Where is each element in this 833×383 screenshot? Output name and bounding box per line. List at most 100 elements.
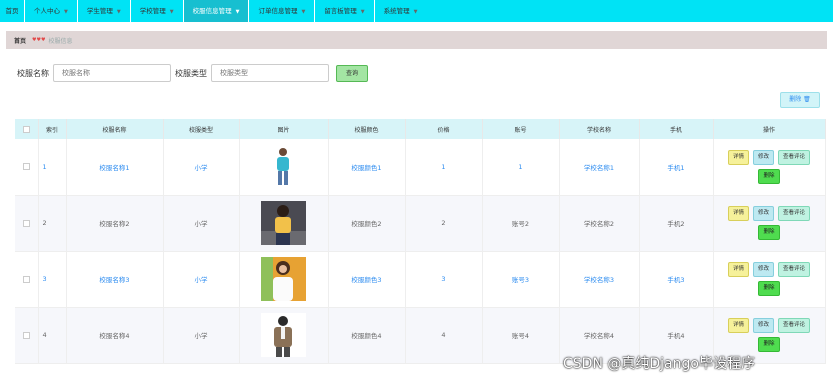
cell-price: 3 bbox=[405, 251, 483, 308]
edit-button[interactable]: 修改 bbox=[752, 149, 774, 165]
cell-index: 4 bbox=[38, 307, 67, 364]
table-row: 2 校服名称2 小学 校服颜色2 2 账号2 学校名称2 手机2 详情 修改 查… bbox=[15, 195, 826, 252]
cell-phone: 手机1 bbox=[639, 139, 714, 196]
nav-menu-schools[interactable]: 学校管理 ▼ bbox=[129, 0, 183, 22]
chevron-down-icon: ▼ bbox=[301, 9, 306, 15]
nav-menu-profile[interactable]: 个人中心 ▼ bbox=[24, 0, 77, 22]
breadcrumb-current: 校服信息 bbox=[48, 37, 73, 45]
row-actions: 详情 修改 查看评论 删除 bbox=[717, 318, 821, 352]
cell-type: 小学 bbox=[163, 251, 240, 308]
delete-button[interactable]: 删除 bbox=[758, 281, 780, 296]
edit-button[interactable]: 修改 bbox=[752, 262, 774, 277]
col-type: 校服类型 bbox=[163, 119, 240, 139]
view-reviews-button[interactable]: 查看评论 bbox=[778, 206, 811, 221]
trash-icon: 🗑 bbox=[803, 96, 811, 103]
type-input[interactable] bbox=[211, 64, 329, 82]
cell-name: 校服名称4 bbox=[66, 307, 164, 364]
top-navbar: 首页 个人中心 ▼ 学生管理 ▼ 学校管理 ▼ 校服信息管理 ▼ 订单信息管理 ▼ 留言板… bbox=[0, 0, 833, 22]
batch-delete-button[interactable]: 删除 🗑 bbox=[780, 92, 820, 108]
nav-menu-messages[interactable]: 留言板管理 ▼ bbox=[314, 0, 373, 22]
cell-school: 学校名称1 bbox=[559, 139, 640, 196]
type-label: 校服类型 bbox=[175, 68, 207, 78]
select-all-checkbox[interactable] bbox=[22, 125, 30, 133]
heart-icon: ♥♥♥ bbox=[32, 37, 46, 43]
row-checkbox[interactable] bbox=[22, 331, 30, 339]
cell-type: 小学 bbox=[163, 139, 240, 196]
col-color: 校服颜色 bbox=[328, 119, 406, 139]
nav-home[interactable]: 首页 bbox=[0, 0, 24, 22]
col-phone: 手机 bbox=[639, 119, 714, 139]
nav-menu-system[interactable]: 系统管理 ▼ bbox=[373, 0, 427, 22]
col-name: 校服名称 bbox=[66, 119, 164, 139]
name-label: 校服名称 bbox=[17, 68, 49, 78]
row-checkbox[interactable] bbox=[22, 163, 30, 171]
cell-name: 校服名称1 bbox=[66, 139, 164, 196]
row-actions: 详情 修改 查看评论 删除 bbox=[717, 149, 821, 184]
view-reviews-button[interactable]: 查看评论 bbox=[778, 262, 811, 277]
view-reviews-button[interactable]: 查看评论 bbox=[778, 149, 811, 165]
csdn-watermark: CSDN @真纯Django毕设程序 bbox=[563, 356, 755, 372]
cell-name: 校服名称2 bbox=[66, 195, 164, 252]
col-index: 索引 bbox=[38, 119, 67, 139]
cell-index: 2 bbox=[38, 195, 67, 252]
col-image: 图片 bbox=[239, 119, 329, 139]
chevron-down-icon: ▼ bbox=[235, 9, 240, 15]
cell-price: 4 bbox=[405, 307, 483, 364]
detail-button[interactable]: 详情 bbox=[727, 318, 749, 333]
nav-menu-orders[interactable]: 订单信息管理 ▼ bbox=[248, 0, 314, 22]
cell-account: 账号4 bbox=[482, 307, 560, 364]
table-row: 1 校服名称1 小学 校服颜色1 1 1 学校名称1 手机1 详情 修改 查看评… bbox=[15, 139, 826, 196]
detail-button[interactable]: 详情 bbox=[727, 149, 749, 165]
table-row: 3 校服名称3 小学 校服颜色3 3 账号3 学校名称3 手机3 详情 修改 查… bbox=[15, 251, 826, 308]
nav-menu-students[interactable]: 学生管理 ▼ bbox=[76, 0, 130, 22]
cell-name: 校服名称3 bbox=[66, 251, 164, 308]
delete-button[interactable]: 删除 bbox=[758, 168, 780, 184]
cell-index: 3 bbox=[38, 251, 67, 308]
chevron-down-icon: ▼ bbox=[64, 9, 68, 15]
cell-account: 账号3 bbox=[482, 251, 560, 308]
view-reviews-button[interactable]: 查看评论 bbox=[778, 318, 811, 333]
query-button[interactable]: 查询 bbox=[336, 65, 368, 82]
delete-button[interactable]: 删除 bbox=[758, 225, 780, 240]
cell-color: 校服颜色2 bbox=[328, 195, 406, 252]
nav-menu-uniforms[interactable]: 校服信息管理 ▼ bbox=[182, 0, 249, 22]
detail-button[interactable]: 详情 bbox=[727, 206, 749, 221]
cell-type: 小学 bbox=[163, 307, 240, 364]
uniform-image bbox=[261, 313, 306, 357]
cell-school: 学校名称2 bbox=[559, 195, 640, 252]
edit-button[interactable]: 修改 bbox=[752, 318, 774, 333]
col-actions: 操作 bbox=[713, 119, 826, 139]
cell-color: 校服颜色1 bbox=[328, 139, 406, 196]
chevron-down-icon: ▼ bbox=[413, 9, 418, 15]
cell-price: 1 bbox=[405, 139, 483, 196]
detail-button[interactable]: 详情 bbox=[727, 262, 749, 277]
edit-button[interactable]: 修改 bbox=[752, 206, 774, 221]
cell-price: 2 bbox=[405, 195, 483, 252]
chevron-down-icon: ▼ bbox=[169, 9, 174, 15]
chevron-down-icon: ▼ bbox=[360, 9, 365, 15]
row-checkbox[interactable] bbox=[22, 219, 30, 227]
uniform-image bbox=[261, 144, 306, 189]
cell-school: 学校名称3 bbox=[559, 251, 640, 308]
cell-phone: 手机2 bbox=[639, 195, 714, 252]
cell-color: 校服颜色3 bbox=[328, 251, 406, 308]
delete-button[interactable]: 删除 bbox=[758, 337, 780, 352]
search-bar: 校服名称 校服类型 bbox=[17, 64, 329, 82]
col-school: 学校名称 bbox=[559, 119, 640, 139]
uniform-table: 索引 校服名称 校服类型 图片 校服颜色 价格 账号 学校名称 手机 操作 1 … bbox=[15, 119, 826, 364]
cell-account: 账号2 bbox=[482, 195, 560, 252]
name-input[interactable] bbox=[53, 64, 171, 82]
breadcrumb: 首页 ♥♥♥ 校服信息 bbox=[6, 31, 827, 49]
chevron-down-icon: ▼ bbox=[116, 9, 121, 15]
cell-phone: 手机3 bbox=[639, 251, 714, 308]
row-actions: 详情 修改 查看评论 删除 bbox=[717, 206, 821, 240]
cell-index: 1 bbox=[38, 139, 67, 196]
row-checkbox[interactable] bbox=[22, 275, 30, 283]
cell-type: 小学 bbox=[163, 195, 240, 252]
cell-account: 1 bbox=[482, 139, 560, 196]
uniform-image bbox=[261, 257, 306, 301]
row-actions: 详情 修改 查看评论 删除 bbox=[717, 262, 821, 296]
cell-color: 校服颜色4 bbox=[328, 307, 406, 364]
col-price: 价格 bbox=[405, 119, 483, 139]
breadcrumb-home[interactable]: 首页 bbox=[14, 36, 26, 45]
